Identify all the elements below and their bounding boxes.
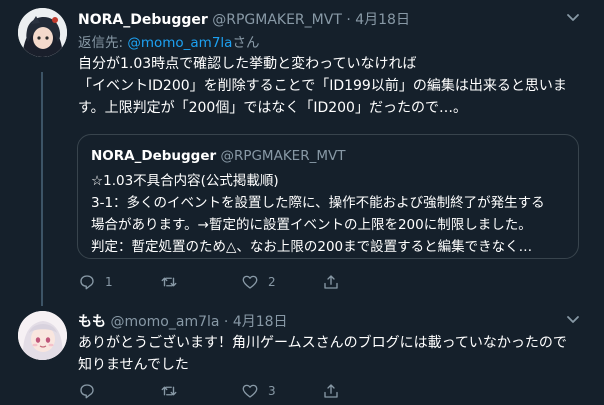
quoted-author-handle: @RPGMAKER_MVT <box>220 148 346 164</box>
chevron-down-icon[interactable] <box>563 8 583 28</box>
quoted-author-name: NORA_Debugger <box>91 148 217 164</box>
reply-count: 1 <box>105 275 113 289</box>
share-button[interactable] <box>322 380 340 402</box>
share-icon <box>324 384 338 398</box>
chevron-down-icon[interactable] <box>563 310 583 330</box>
header-separator: · <box>346 12 351 28</box>
reply-button[interactable]: 1 <box>78 271 113 293</box>
share-button[interactable] <box>322 271 340 293</box>
tweet-text-line: 自分が1.03時点で確認した挙動と変わっていなければ <box>78 56 417 72</box>
tweet-actions: 1 2 <box>78 271 378 293</box>
avatar-illustration <box>18 311 67 360</box>
author-name[interactable]: もも <box>78 314 106 330</box>
header-separator: · <box>223 314 229 330</box>
author-name[interactable]: NORA_Debugger <box>78 12 208 28</box>
retweet-button[interactable] <box>160 271 187 293</box>
retweet-icon <box>161 386 177 396</box>
reply-icon <box>80 384 94 399</box>
reply-button[interactable] <box>78 380 105 402</box>
like-icon <box>242 384 258 398</box>
tweet-header: NORA_Debugger @RPGMAKER_MVT · 4月18日 <box>78 9 410 29</box>
quoted-text-line: 判定：暫定処置のため△、なお上限の200まで設置すると編集できなく… <box>91 239 533 255</box>
tweet-text-line: 「イベントID200」を削除することで「ID199以前」の編集は出来ると思いま <box>78 78 567 94</box>
author-handle[interactable]: @RPGMAKER_MVT <box>212 12 342 28</box>
tweet-date[interactable]: 4月18日 <box>233 314 288 330</box>
tweet-text: 自分が1.03時点で確認した挙動と変わっていなければ 「イベントID200」を削… <box>78 53 567 119</box>
avatar[interactable] <box>18 311 67 360</box>
retweet-button[interactable] <box>160 380 187 402</box>
quoted-tweet-header: NORA_Debugger @RPGMAKER_MVT <box>91 148 345 164</box>
reply-icon <box>80 275 94 290</box>
tweet-text: ありがとうございます！角川ゲームスさんのブログには載っていなかったので 知りませ… <box>78 332 567 376</box>
avatar-illustration <box>18 8 67 57</box>
author-handle[interactable]: @momo_am7la <box>110 314 219 330</box>
like-icon <box>242 275 258 289</box>
avatar[interactable] <box>18 8 67 57</box>
like-count: 3 <box>268 384 276 398</box>
thread-connector-line <box>41 72 43 306</box>
reply-to-suffix: さん <box>232 35 260 51</box>
like-button[interactable]: 3 <box>241 380 276 402</box>
tweet-text-line: ありがとうございます！角川ゲームスさんのブログには載っていなかったので <box>78 335 567 351</box>
like-button[interactable]: 2 <box>241 271 276 293</box>
tweet-date[interactable]: 4月18日 <box>355 12 410 28</box>
reply-to-mention[interactable]: @momo_am7la <box>127 35 232 51</box>
reply-to-line: 返信先: @momo_am7laさん <box>78 31 259 51</box>
quoted-text-line: 場合があります。→暫定的に設置イベントの上限を200に制限しました。 <box>91 217 532 233</box>
tweet-text-line: 知りませんでした <box>78 357 189 373</box>
reply-to-prefix: 返信先: <box>78 35 128 51</box>
quoted-tweet-card[interactable]: NORA_Debugger @RPGMAKER_MVT ☆1.03不具合内容(公… <box>77 134 579 259</box>
tweet-header: もも @momo_am7la · 4月18日 <box>78 311 288 331</box>
like-count: 2 <box>268 275 276 289</box>
quoted-text-line: ☆1.03不具合内容(公式掲載順) <box>91 173 279 189</box>
tweet-actions: 3 <box>78 380 378 402</box>
tweet-text-line: す。上限判定が「200個」ではなく「ID200」だったので…。 <box>78 100 467 116</box>
quoted-tweet-text: ☆1.03不具合内容(公式掲載順) 3-1：多くのイベントを設置した際に、操作不… <box>91 170 545 258</box>
retweet-icon <box>161 277 177 287</box>
share-icon <box>324 275 338 289</box>
quoted-text-line: 3-1：多くのイベントを設置した際に、操作不能および強制終了が発生する <box>91 195 545 211</box>
